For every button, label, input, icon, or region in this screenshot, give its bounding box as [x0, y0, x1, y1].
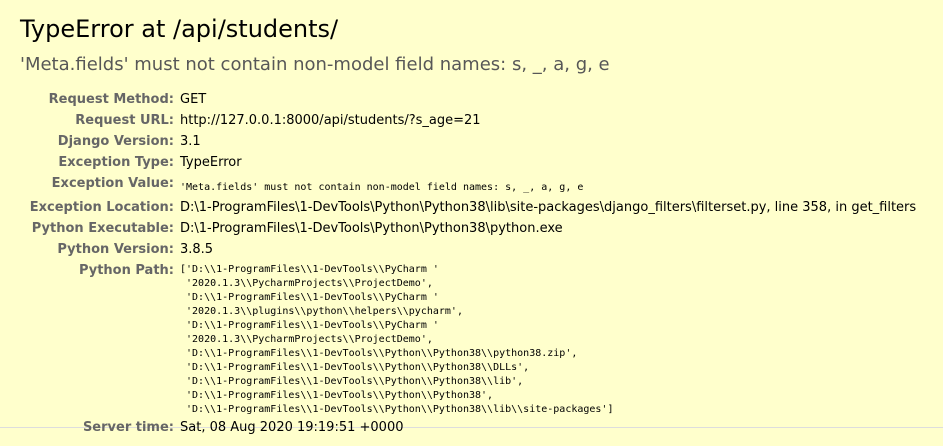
meta-row-python-executable: Python Executable: D:\1-ProgramFiles\1-D… [20, 218, 916, 239]
request-method-value: GET [180, 92, 207, 107]
exception-type-value: TypeError [180, 155, 242, 170]
python-version-value: 3.8.5 [180, 242, 214, 257]
error-message: 'Meta.fields' must not contain non-model… [20, 54, 610, 75]
request-meta-table: Request Method: GET Request URL: http://… [20, 89, 916, 438]
django-version-value: 3.1 [180, 134, 201, 149]
meta-row-exception-type: Exception Type: TypeError [20, 152, 916, 173]
meta-row-request-method: Request Method: GET [20, 89, 916, 110]
meta-row-server-time: Server time: Sat, 08 Aug 2020 19:19:51 +… [20, 417, 916, 438]
meta-row-exception-value: Exception Value: 'Meta.fields' must not … [20, 173, 916, 197]
error-summary: TypeError at /api/students/ 'Meta.fields… [0, 0, 943, 435]
python-version-label: Python Version: [57, 242, 174, 257]
exception-value-label: Exception Value: [51, 176, 174, 191]
python-path-value: ['D:\\1-ProgramFiles\\1-DevTools\\PyChar… [180, 264, 614, 415]
meta-row-django-version: Django Version: 3.1 [20, 131, 916, 152]
meta-row-python-path: Python Path: ['D:\\1-ProgramFiles\\1-Dev… [20, 260, 916, 417]
meta-row-request-url: Request URL: http://127.0.0.1:8000/api/s… [20, 110, 916, 131]
exception-type-label: Exception Type: [58, 155, 174, 170]
exception-location-label: Exception Location: [29, 200, 174, 215]
exception-location-value: D:\1-ProgramFiles\1-DevTools\Python\Pyth… [180, 200, 917, 215]
exception-value-text: 'Meta.fields' must not contain non-model… [180, 182, 584, 193]
python-executable-value: D:\1-ProgramFiles\1-DevTools\Python\Pyth… [180, 221, 563, 236]
meta-row-exception-location: Exception Location: D:\1-ProgramFiles\1-… [20, 197, 916, 218]
django-version-label: Django Version: [57, 134, 174, 149]
request-url-label: Request URL: [75, 113, 174, 128]
meta-row-python-version: Python Version: 3.8.5 [20, 239, 916, 260]
server-time-value: Sat, 08 Aug 2020 19:19:51 +0000 [180, 420, 404, 435]
request-url-value: http://127.0.0.1:8000/api/students/?s_ag… [180, 113, 481, 128]
server-time-label: Server time: [82, 420, 174, 435]
python-path-label: Python Path: [78, 263, 174, 278]
error-title: TypeError at /api/students/ [20, 15, 339, 43]
python-executable-label: Python Executable: [31, 221, 174, 236]
request-method-label: Request Method: [48, 92, 174, 107]
